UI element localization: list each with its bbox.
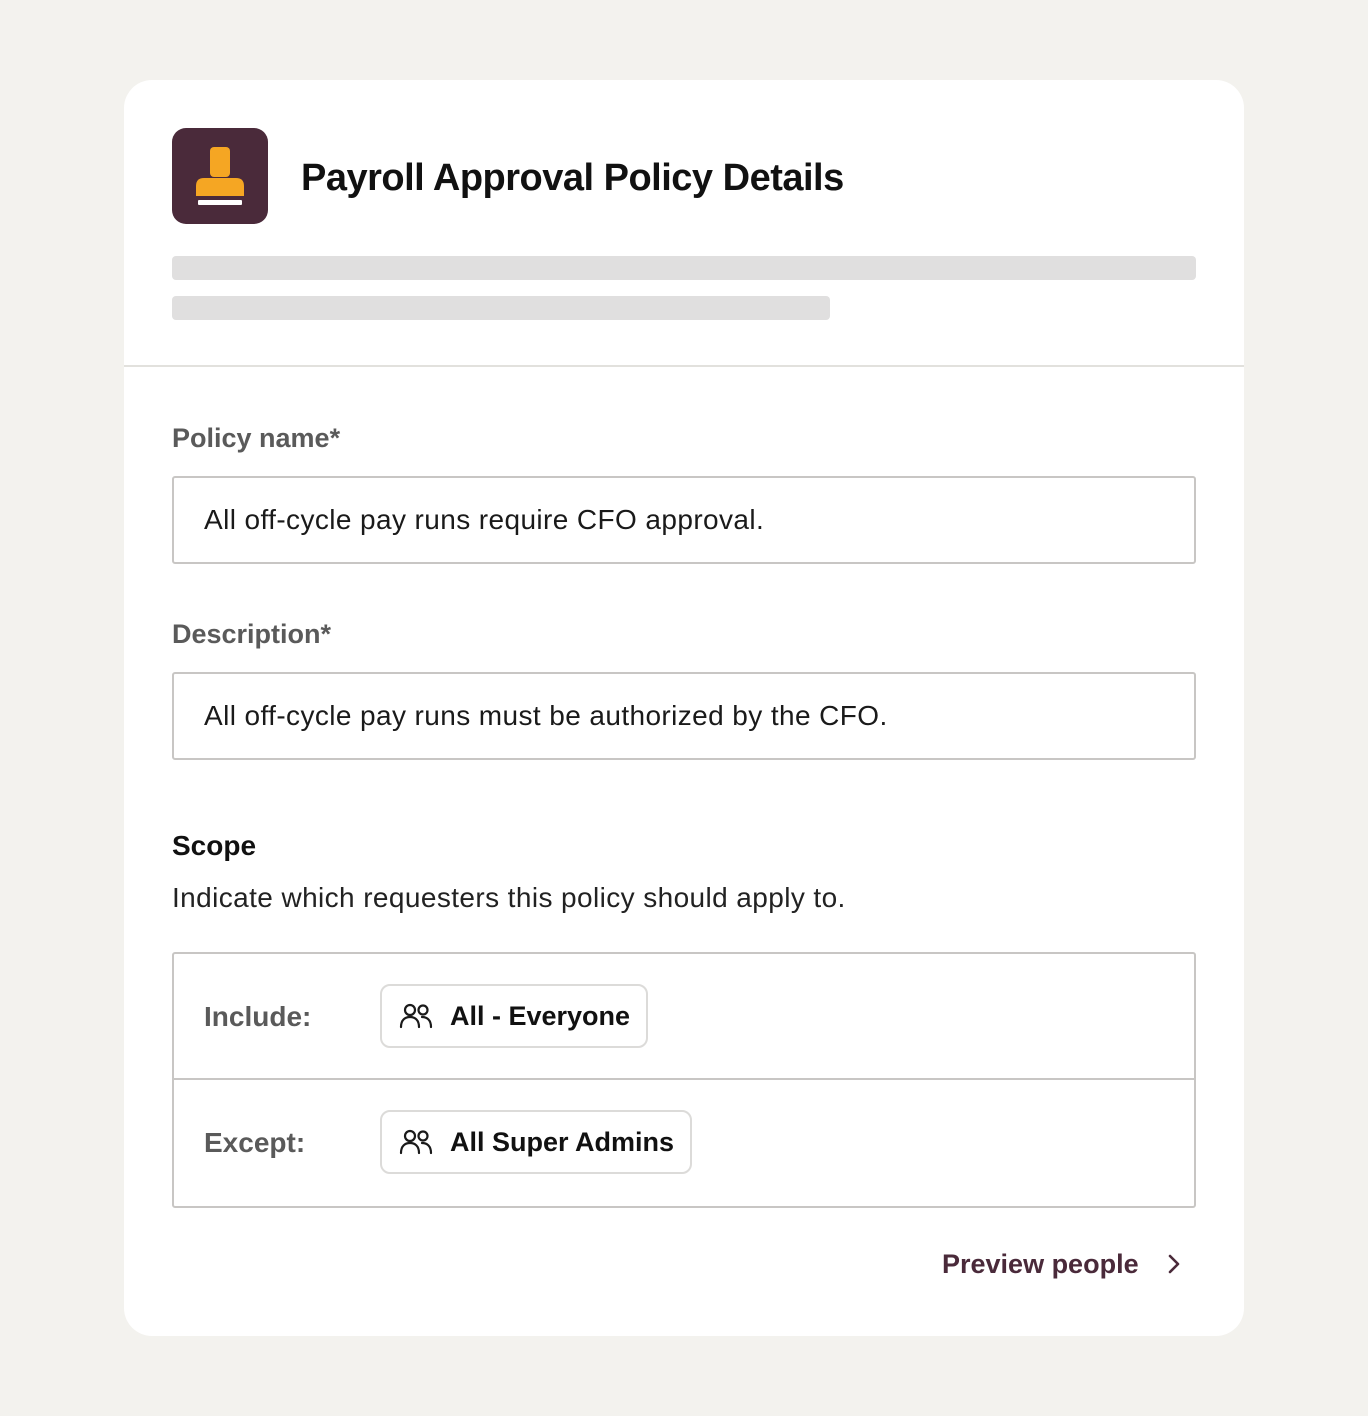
- description-label: Description*: [172, 619, 332, 649]
- except-label: Except:: [204, 1127, 306, 1158]
- card-header: Payroll Approval Policy Details: [124, 80, 1244, 367]
- description-input[interactable]: [172, 672, 1196, 760]
- except-group-name: All Super Admins: [450, 1126, 675, 1157]
- scope-heading: Scope: [172, 830, 257, 861]
- scope-description: Indicate which requesters this policy sh…: [172, 882, 846, 913]
- except-group-chip[interactable]: All Super Admins: [380, 1110, 693, 1174]
- stamp-icon: [172, 128, 268, 224]
- include-group-chip[interactable]: All - Everyone: [380, 984, 649, 1048]
- scope-row-include: Include: All - Everyone: [174, 954, 1194, 1080]
- scope-table: Include: All - Everyone Except: All Supe…: [172, 952, 1196, 1208]
- page-title: Payroll Approval Policy Details: [301, 157, 844, 199]
- preview-people-link[interactable]: Preview people: [942, 1244, 1185, 1284]
- policy-name-input[interactable]: [172, 476, 1196, 564]
- scope-row-except: Except: All Super Admins: [174, 1080, 1194, 1206]
- description-placeholder-line: [172, 256, 1196, 280]
- include-label: Include:: [204, 1001, 312, 1032]
- description-placeholder-line: [172, 296, 830, 320]
- policy-details-card: Payroll Approval Policy Details Policy n…: [124, 80, 1244, 1336]
- include-group-name: All - Everyone: [450, 1000, 631, 1031]
- chevron-right-icon: [1163, 1253, 1185, 1275]
- policy-name-label: Policy name*: [172, 423, 341, 453]
- preview-people-label: Preview people: [942, 1248, 1139, 1279]
- people-icon: [398, 1124, 434, 1160]
- people-icon: [398, 998, 434, 1034]
